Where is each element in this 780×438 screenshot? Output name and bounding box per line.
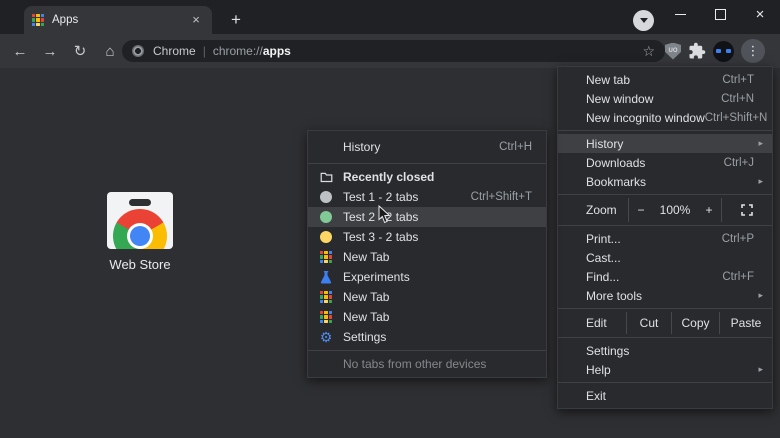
menu-item-downloads[interactable]: DownloadsCtrl+J [558,153,772,172]
submenu-item-no-other-tabs: No tabs from other devices [308,354,546,374]
menu-separator [558,308,772,309]
submenu-item-history[interactable]: HistoryCtrl+H [308,134,546,160]
menu-item-help[interactable]: Help▸ [558,360,772,379]
web-store-app-tile[interactable]: Web Store [102,192,178,272]
window-controls: × [660,0,780,28]
submenu-item-test2[interactable]: Test 2 - 2 tabs [308,207,546,227]
restore-tab-icon [319,170,333,184]
site-label: Chrome [153,44,196,58]
tab-title: Apps [52,14,188,26]
menu-item-new-incognito[interactable]: New incognito windowCtrl+Shift+N [558,108,772,127]
close-icon: × [756,7,765,22]
maximize-icon [715,9,726,20]
menu-separator [308,163,546,164]
browser-window: Apps × + × ← → ↻ ⌂ Chrome | chrome:// ap… [0,0,780,438]
web-store-icon [107,192,173,249]
tab-group-gray-dot-icon [319,190,333,204]
menu-item-exit[interactable]: Exit [558,386,772,405]
chrome-site-icon [132,45,144,57]
menu-separator [308,350,546,351]
menu-separator [558,337,772,338]
menu-separator [558,194,772,195]
zoom-value: 100% [653,203,697,217]
history-submenu: HistoryCtrl+H Recently closed Test 1 - 2… [307,130,547,378]
tab-group-yellow-dot-icon [319,230,333,244]
url-divider: | [203,44,206,58]
menu-item-find[interactable]: Find...Ctrl+F [558,267,772,286]
menu-item-print[interactable]: Print...Ctrl+P [558,229,772,248]
forward-icon[interactable]: → [40,41,60,61]
fullscreen-icon [741,204,753,216]
chrome-logo-icon [113,209,167,249]
submenu-item-new-tab-3[interactable]: New Tab [308,307,546,327]
menu-zoom-row: Zoom − 100% + [558,198,772,222]
apps-grid-icon [319,250,333,264]
media-control-button[interactable] [633,10,654,31]
new-tab-button[interactable]: + [224,8,248,32]
submenu-item-settings[interactable]: ⚙ Settings [308,327,546,347]
menu-item-bookmarks[interactable]: Bookmarks▸ [558,172,772,191]
edit-label: Edit [558,312,626,334]
zoom-in-button[interactable]: + [697,203,721,217]
paste-button[interactable]: Paste [719,312,772,334]
tab-close-icon[interactable]: × [188,12,204,28]
tab-strip: Apps × + × [0,0,780,34]
bookmark-star-icon[interactable]: ☆ [642,43,655,60]
submenu-item-test3[interactable]: Test 3 - 2 tabs [308,227,546,247]
zoom-out-button[interactable]: − [629,203,653,217]
submenu-item-new-tab-1[interactable]: New Tab [308,247,546,267]
submenu-arrow-icon: ▸ [758,138,763,149]
apps-favicon-icon [32,14,44,26]
extensions-puzzle-icon[interactable] [688,42,706,60]
menu-item-more-tools[interactable]: More tools▸ [558,286,772,305]
submenu-item-recently-closed: Recently closed [308,167,546,187]
submenu-arrow-icon: ▸ [758,364,763,375]
menu-item-new-window[interactable]: New windowCtrl+N [558,89,772,108]
submenu-item-new-tab-2[interactable]: New Tab [308,287,546,307]
url-page: apps [263,44,291,58]
back-icon[interactable]: ← [10,41,30,61]
reload-icon[interactable]: ↻ [70,41,90,61]
menu-item-cast[interactable]: Cast... [558,248,772,267]
bag-handle [129,199,151,206]
zoom-label: Zoom [558,203,628,217]
submenu-arrow-icon: ▸ [758,290,763,301]
kebab-menu-button[interactable]: ⋮ [741,39,765,63]
experiments-flask-icon [319,270,333,284]
browser-toolbar: ← → ↻ ⌂ Chrome | chrome:// apps ☆ UO ⋮ [0,34,780,68]
tab-apps[interactable]: Apps × [24,6,212,34]
mouse-cursor [378,205,391,224]
submenu-item-experiments[interactable]: Experiments [308,267,546,287]
url-scheme: chrome:// [213,44,263,58]
tab-group-green-dot-icon [319,210,333,224]
settings-gear-icon: ⚙ [319,330,333,344]
maximize-button[interactable] [700,0,740,28]
menu-item-history[interactable]: History▸ [558,134,772,153]
address-bar[interactable]: Chrome | chrome:// apps ☆ [122,40,665,62]
menu-item-settings[interactable]: Settings [558,341,772,360]
minimize-button[interactable] [660,0,700,28]
adblock-extension-icon[interactable]: UO [665,43,681,60]
menu-separator [558,130,772,131]
menu-edit-row: Edit Cut Copy Paste [558,312,772,334]
cut-button[interactable]: Cut [626,312,671,334]
apps-grid-icon [319,290,333,304]
fullscreen-button[interactable] [722,204,772,216]
extension-badge: UO [669,48,678,54]
close-button[interactable]: × [740,0,780,28]
submenu-arrow-icon: ▸ [758,176,763,187]
menu-separator [558,382,772,383]
menu-item-new-tab[interactable]: New tabCtrl+T [558,70,772,89]
menu-separator [558,225,772,226]
home-icon[interactable]: ⌂ [100,41,120,61]
apps-grid-icon [319,310,333,324]
profile-avatar[interactable] [713,41,734,62]
minimize-icon [675,14,686,15]
copy-button[interactable]: Copy [671,312,719,334]
submenu-item-test1[interactable]: Test 1 - 2 tabs Ctrl+Shift+T [308,187,546,207]
chrome-main-menu: New tabCtrl+T New windowCtrl+N New incog… [557,66,773,409]
app-label: Web Store [102,257,178,272]
